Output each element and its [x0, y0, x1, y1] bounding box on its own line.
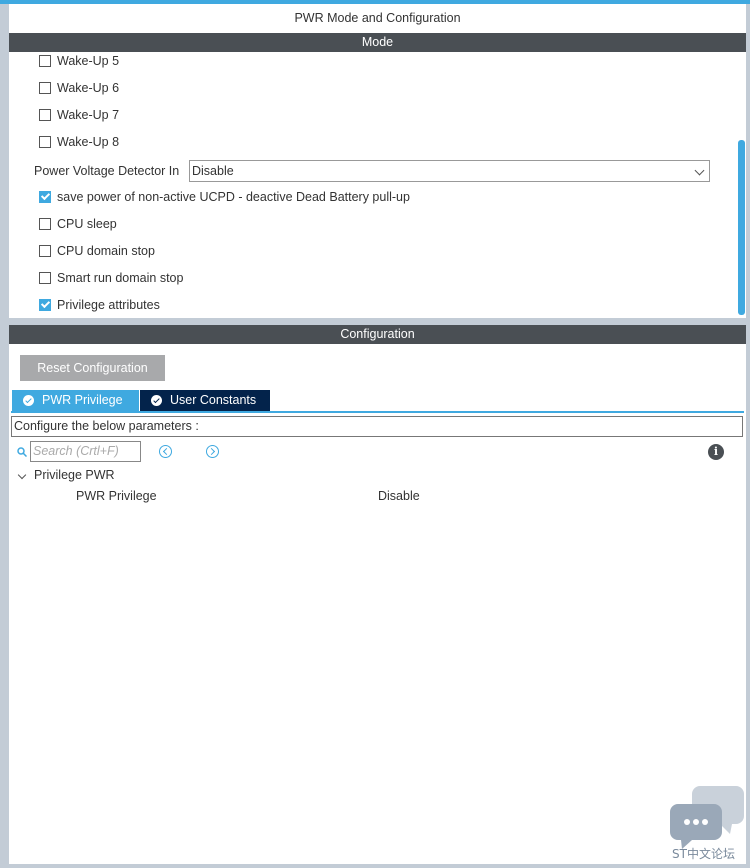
info-icon[interactable]: i [708, 444, 724, 460]
check-circle-icon [151, 395, 162, 406]
scrollbar-thumb[interactable] [738, 140, 745, 315]
search-input[interactable]: Search (Crtl+F) [30, 441, 141, 462]
configuration-section-header: Configuration [9, 325, 746, 344]
next-match-icon[interactable] [206, 445, 219, 458]
privilege-attributes-checkbox[interactable]: Privilege attributes [39, 295, 160, 315]
pvd-label: Power Voltage Detector In [34, 164, 180, 178]
tree-param-value[interactable]: Disable [378, 489, 420, 503]
checkbox-box[interactable] [39, 136, 51, 148]
previous-match-icon[interactable] [159, 445, 172, 458]
watermark-text: ST中文论坛 [672, 847, 735, 861]
mode-section-header: Mode [9, 33, 746, 52]
checkbox-label: Smart run domain stop [57, 271, 184, 285]
tab-label: PWR Privilege [42, 393, 123, 407]
checkbox-label: save power of non-active UCPD - deactive… [57, 190, 410, 204]
checkbox-box[interactable] [39, 191, 51, 203]
checkbox-label: CPU domain stop [57, 244, 155, 258]
tab-user-constants[interactable]: User Constants [140, 390, 270, 411]
tabs-underline [11, 411, 744, 413]
checkbox-label: Wake-Up 8 [57, 135, 120, 149]
tab-pwr-privilege[interactable]: PWR Privilege [12, 390, 139, 411]
checkbox-box[interactable] [39, 245, 51, 257]
tree-param-pwr-privilege[interactable]: PWR Privilege [76, 489, 157, 503]
wakeup-5-checkbox[interactable]: Wake-Up 5 [39, 52, 119, 71]
cpu-sleep-checkbox[interactable]: CPU sleep [39, 214, 117, 234]
mode-panel: Wake-Up 5 Wake-Up 6 Wake-Up 7 Wake-Up 8 … [9, 52, 746, 318]
mode-scrollbar[interactable] [737, 52, 746, 318]
checkbox-box[interactable] [39, 272, 51, 284]
checkbox-box[interactable] [39, 82, 51, 94]
checkbox-label: Privilege attributes [57, 298, 160, 312]
ucpd-dead-battery-checkbox[interactable]: save power of non-active UCPD - deactive… [39, 187, 410, 207]
wakeup-6-checkbox[interactable]: Wake-Up 6 [39, 78, 119, 98]
checkbox-box[interactable] [39, 55, 51, 67]
checkbox-label: Wake-Up 5 [57, 54, 120, 68]
check-circle-icon [23, 395, 34, 406]
checkbox-label: Wake-Up 7 [57, 108, 120, 122]
smart-run-domain-stop-checkbox[interactable]: Smart run domain stop [39, 268, 183, 288]
search-icon[interactable] [17, 447, 27, 457]
tab-label: User Constants [170, 393, 257, 407]
checkbox-label: CPU sleep [57, 217, 117, 231]
chevron-down-icon[interactable] [694, 165, 705, 176]
wakeup-8-checkbox[interactable]: Wake-Up 8 [39, 132, 119, 152]
cpu-domain-stop-checkbox[interactable]: CPU domain stop [39, 241, 155, 261]
window-title: PWR Mode and Configuration [9, 4, 746, 33]
chevron-down-icon[interactable] [17, 470, 27, 480]
params-instruction: Configure the below parameters : [11, 416, 743, 437]
reset-configuration-button[interactable]: Reset Configuration [20, 355, 165, 381]
wakeup-7-checkbox[interactable]: Wake-Up 7 [39, 105, 119, 125]
configuration-panel: Reset Configuration PWR Privilege User C… [9, 344, 746, 864]
pvd-select[interactable]: Disable [189, 160, 710, 182]
checkbox-box[interactable] [39, 218, 51, 230]
checkbox-box[interactable] [39, 299, 51, 311]
checkbox-label: Wake-Up 6 [57, 81, 120, 95]
checkbox-box[interactable] [39, 109, 51, 121]
pvd-select-value: Disable [192, 164, 234, 178]
tree-group-privilege-pwr[interactable]: Privilege PWR [34, 468, 115, 482]
